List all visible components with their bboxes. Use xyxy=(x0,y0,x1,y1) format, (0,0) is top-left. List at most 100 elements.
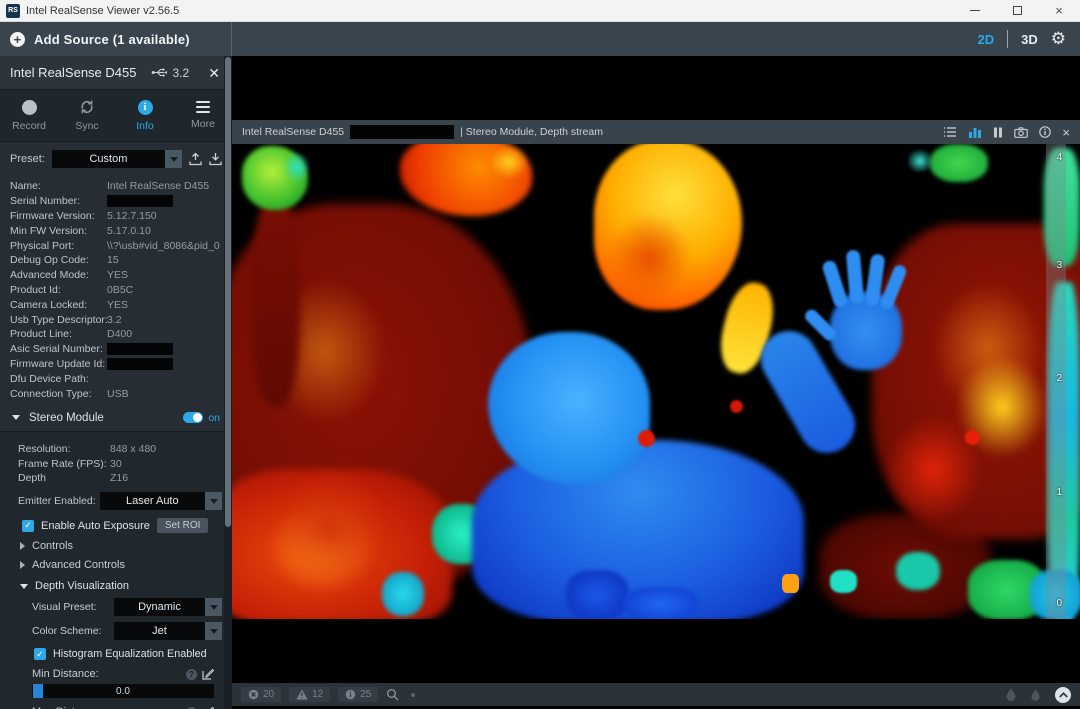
drop-indicator-icon[interactable] xyxy=(1031,689,1040,701)
settings-gear-icon[interactable]: ⚙ xyxy=(1051,31,1066,48)
info-filter-button[interactable]: 25 xyxy=(338,687,378,702)
help-icon[interactable]: ? xyxy=(186,669,197,680)
device-close-icon[interactable]: ✕ xyxy=(208,66,220,80)
depth-stream-viewport[interactable]: 4 3 2 1 0 xyxy=(232,144,1080,619)
stream-close-icon[interactable]: × xyxy=(1062,126,1070,139)
info-row: Connection Type: USB xyxy=(10,386,232,401)
more-icon xyxy=(196,101,210,114)
info-row: Physical Port: \\?\usb#vid_8086&pid_0 xyxy=(10,238,232,253)
ruler-label: 1 xyxy=(1056,487,1062,498)
info-row-value: YES xyxy=(107,269,128,281)
depth-blob xyxy=(896,552,940,590)
log-drag-dot[interactable] xyxy=(411,693,415,697)
info-row: Dfu Device Path: xyxy=(10,371,232,386)
histogram-checkbox[interactable]: ✓ xyxy=(34,648,46,660)
stereo-module-title: Stereo Module xyxy=(29,412,104,424)
advanced-controls-label: Advanced Controls xyxy=(32,559,125,571)
info-row: Camera Locked: YES xyxy=(10,297,232,312)
chevron-down-icon[interactable] xyxy=(205,622,222,640)
add-source-button[interactable]: + Add Source (1 available) xyxy=(0,22,232,56)
stereo-module-toggle[interactable] xyxy=(183,412,203,423)
device-header: Intel RealSense D455 3.2 ✕ xyxy=(0,56,232,90)
chevron-up-icon xyxy=(1059,692,1068,698)
metadata-list-icon[interactable] xyxy=(943,126,957,138)
sync-label: Sync xyxy=(75,120,98,132)
stereo-module-header[interactable]: Stereo Module on xyxy=(0,403,232,431)
expand-log-button[interactable] xyxy=(1055,687,1071,703)
collapse-caret-icon xyxy=(20,584,28,589)
color-scheme-label: Color Scheme: xyxy=(32,625,110,637)
errors-filter-button[interactable]: 20 xyxy=(241,687,281,702)
auto-exposure-checkbox[interactable]: ✓ xyxy=(22,520,34,532)
tab-3d[interactable]: 3D xyxy=(1021,32,1038,47)
info-row-value: \\?\usb#vid_8086&pid_0 xyxy=(107,240,220,252)
info-row: Usb Type Descriptor: 3.2 xyxy=(10,312,232,327)
info-row-label: Dfu Device Path: xyxy=(10,373,107,385)
depth-blob xyxy=(566,570,628,619)
pause-icon[interactable] xyxy=(993,127,1003,138)
device-actions: Record Sync i Info More xyxy=(0,90,232,142)
depth-blob xyxy=(272,469,387,584)
info-row-value: 3.2 xyxy=(107,314,122,326)
emitter-dropdown[interactable]: Laser Auto xyxy=(100,492,222,510)
chevron-down-icon[interactable] xyxy=(205,492,222,510)
stream-info-icon[interactable] xyxy=(1039,126,1051,138)
warnings-filter-button[interactable]: 12 xyxy=(289,687,330,702)
warning-icon xyxy=(296,689,308,700)
tab-2d[interactable]: 2D xyxy=(978,32,995,47)
config-row: Frame Rate (FPS): 30 xyxy=(18,456,224,471)
record-icon xyxy=(22,100,37,115)
min-distance-value: 0.0 xyxy=(116,686,130,697)
info-row-label: Asic Serial Number: xyxy=(10,343,107,355)
device-name: Intel RealSense D455 xyxy=(10,65,136,80)
stream-stage: Intel RealSense D455 | Stereo Module, De… xyxy=(232,56,1080,709)
controls-section[interactable]: Controls xyxy=(20,540,224,552)
depth-scale-ruler[interactable]: 4 3 2 1 0 xyxy=(1046,144,1066,619)
config-value: 848 x 480 xyxy=(110,443,156,455)
device-info-list: Name: Intel RealSense D455 Serial Number… xyxy=(0,174,232,403)
maximize-button[interactable] xyxy=(996,0,1038,21)
color-scheme-dropdown[interactable]: Jet xyxy=(114,622,222,640)
minimize-button[interactable] xyxy=(954,0,996,21)
search-icon[interactable] xyxy=(386,688,399,701)
preset-dropdown[interactable]: Custom xyxy=(52,150,182,168)
histogram-icon[interactable] xyxy=(968,126,982,138)
info-row-value: USB xyxy=(107,388,129,400)
auto-exposure-label: Enable Auto Exposure xyxy=(41,520,150,532)
info-row: Product Id: 0B5C xyxy=(10,283,232,298)
min-distance-slider[interactable]: 0.0 xyxy=(32,684,214,698)
info-row-value: 0B5C xyxy=(107,284,133,296)
upload-preset-icon[interactable] xyxy=(189,152,202,166)
depth-blob xyxy=(252,196,300,406)
panel-scrollbar[interactable] xyxy=(224,56,232,709)
sync-icon xyxy=(79,99,95,115)
titlebar: RS Intel RealSense Viewer v2.56.5 × xyxy=(0,0,1080,22)
close-button[interactable]: × xyxy=(1038,0,1080,21)
chevron-down-icon[interactable] xyxy=(165,150,182,168)
drop-indicator-icon[interactable] xyxy=(1006,688,1016,701)
depth-blob xyxy=(490,146,528,178)
info-button[interactable]: i Info xyxy=(116,90,174,141)
config-label: Frame Rate (FPS): xyxy=(18,458,110,470)
record-button[interactable]: Record xyxy=(0,90,58,141)
slider-handle[interactable] xyxy=(33,684,43,698)
scrollbar-handle[interactable] xyxy=(225,57,231,527)
add-source-label: Add Source (1 available) xyxy=(34,32,190,47)
top-toolbar: + Add Source (1 available) 2D 3D ⚙ xyxy=(0,22,1080,56)
visual-preset-dropdown[interactable]: Dynamic xyxy=(114,598,222,616)
depth-blob xyxy=(782,574,799,593)
snapshot-camera-icon[interactable] xyxy=(1014,127,1028,138)
expand-caret-icon xyxy=(20,561,25,569)
stream-config-list: Resolution: 848 x 480 Frame Rate (FPS): … xyxy=(8,442,224,486)
set-roi-button[interactable]: Set ROI xyxy=(157,518,209,533)
chevron-down-icon[interactable] xyxy=(205,598,222,616)
sync-button[interactable]: Sync xyxy=(58,90,116,141)
advanced-controls-section[interactable]: Advanced Controls xyxy=(20,559,224,571)
config-label: Resolution: xyxy=(18,443,110,455)
info-row: Advanced Mode: YES xyxy=(10,268,232,283)
download-preset-icon[interactable] xyxy=(209,152,222,166)
info-row-label: Product Line: xyxy=(10,328,107,340)
edit-icon[interactable] xyxy=(202,668,214,680)
info-row-label: Camera Locked: xyxy=(10,299,107,311)
depth-visualization-section[interactable]: Depth Visualization xyxy=(20,580,224,592)
